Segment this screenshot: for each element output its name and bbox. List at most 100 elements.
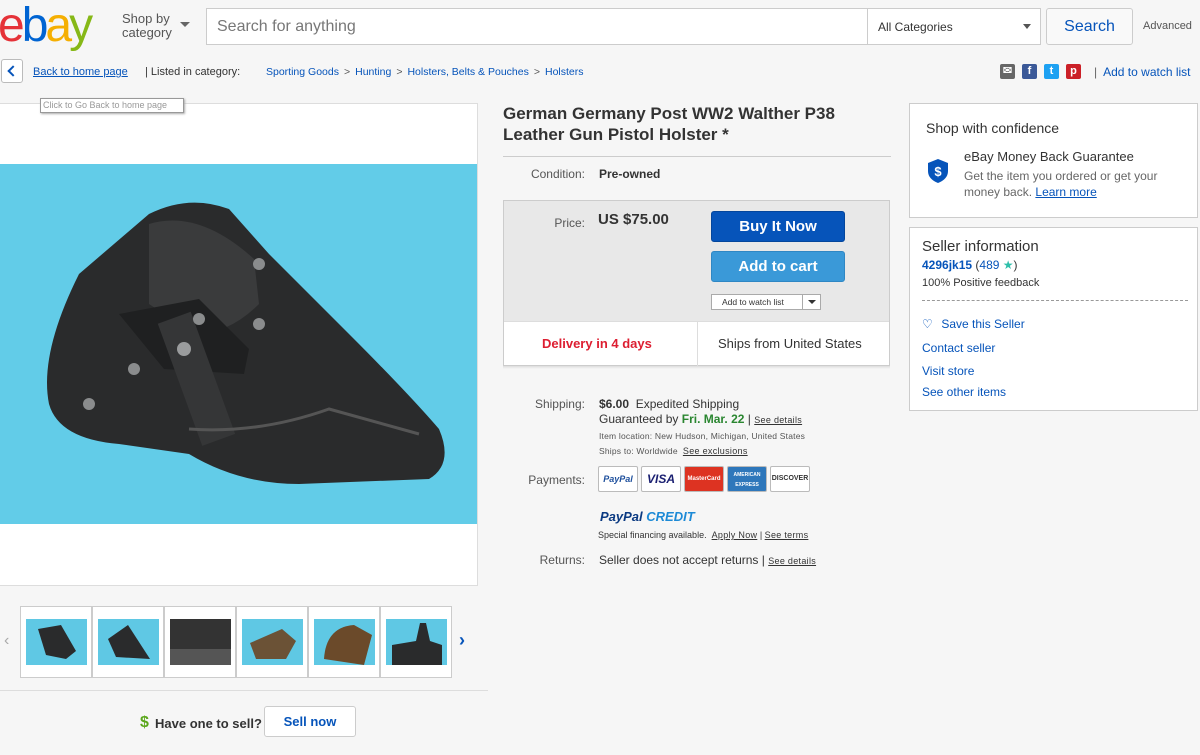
main-image-panel [0, 103, 478, 586]
discover-icon: DISCOVER [770, 466, 810, 492]
thumbnail[interactable] [236, 606, 308, 678]
price-label: Price: [554, 216, 585, 230]
ships-to: Ships to: Worldwide See exclusions [599, 446, 748, 456]
visa-icon: VISA [641, 466, 681, 492]
seller-name-row: 4296jk15 (489 ★) [922, 258, 1018, 272]
condition-value: Pre-owned [599, 167, 661, 181]
listed-in-label: | Listed in category: [145, 66, 241, 78]
mastercard-icon: MasterCard [684, 466, 724, 492]
feedback-score[interactable]: 489 [979, 258, 999, 272]
paypal-icon: PayPal [598, 466, 638, 492]
price-value: US $75.00 [598, 211, 669, 228]
financing-text: Special financing available. [598, 530, 707, 540]
positive-feedback: 100% Positive feedback [922, 277, 1040, 289]
breadcrumb-holsters-belts-pouches[interactable]: Holsters, Belts & Pouches [407, 66, 528, 78]
chevron-down-icon[interactable] [802, 294, 821, 310]
back-to-home-link[interactable]: Back to home page [33, 66, 128, 78]
save-seller-link[interactable]: ♡ Save this Seller [922, 317, 1025, 331]
see-details-link[interactable]: See details [754, 415, 802, 425]
visit-store-link[interactable]: Visit store [922, 364, 974, 378]
twitter-icon[interactable]: t [1044, 64, 1059, 79]
breadcrumb: Sporting Goods > Hunting > Holsters, Belts &… [266, 66, 584, 78]
search-button[interactable]: Search [1046, 8, 1133, 45]
returns-see-details-link[interactable]: See details [768, 556, 816, 566]
divider [503, 156, 891, 157]
payments-label: Payments: [528, 473, 585, 487]
shipping-price: $6.00 [599, 397, 630, 411]
shipping-method: Expedited Shipping [635, 397, 740, 411]
shield-icon: $ [928, 159, 948, 183]
breadcrumb-separator: > [396, 66, 403, 78]
pinterest-icon[interactable]: p [1066, 64, 1081, 79]
thumbnail-next-icon[interactable]: › [459, 630, 465, 651]
amex-icon: AMERICAN EXPRESS [727, 466, 767, 492]
delivery-estimate: Delivery in 4 days [542, 336, 652, 351]
heart-icon: ♡ [922, 317, 933, 331]
buy-it-now-button[interactable]: Buy It Now [711, 211, 845, 242]
item-location: Item location: New Hudson, Michigan, Uni… [599, 431, 806, 441]
divider [922, 300, 1188, 301]
dollar-icon: $ [140, 714, 149, 731]
delivery-row: Delivery in 4 days Ships from United Sta… [504, 321, 889, 366]
money-back-guarantee-text: Get the item you ordered or get your mon… [964, 168, 1184, 200]
seller-name-link[interactable]: 4296jk15 [922, 258, 972, 272]
thumbnail[interactable] [308, 606, 380, 678]
holster-image [0, 164, 477, 524]
ships-from: Ships from United States [718, 336, 862, 351]
guaranteed-date: Fri. Mar. 22 [681, 412, 745, 426]
thumbnail[interactable] [92, 606, 164, 678]
apply-now-link[interactable]: Apply Now [712, 530, 758, 540]
divider [697, 322, 698, 366]
facebook-icon[interactable]: f [1022, 64, 1037, 79]
see-other-items-link[interactable]: See other items [922, 385, 1006, 399]
search-bar: All Categories [206, 8, 1041, 45]
guaranteed-by-label: Guaranteed by [599, 412, 679, 426]
see-exclusions-link[interactable]: See exclusions [683, 446, 748, 456]
thumbnail[interactable] [20, 606, 92, 678]
chevron-down-icon [1023, 24, 1031, 29]
item-title: German Germany Post WW2 Walther P38 Leat… [503, 104, 835, 144]
thumbnail-strip [0, 606, 480, 678]
shipping-cost: $6.00 Expedited Shipping [599, 397, 739, 411]
shop-by-category-button[interactable]: Shop by category [122, 12, 172, 40]
seller-info-title: Seller information [922, 238, 1039, 255]
breadcrumb-separator: > [343, 66, 351, 78]
divider [0, 690, 488, 691]
see-terms-link[interactable]: See terms [765, 530, 809, 540]
save-seller-label: Save this Seller [941, 317, 1025, 331]
breadcrumb-holsters[interactable]: Holsters [545, 66, 584, 78]
breadcrumb-sporting-goods[interactable]: Sporting Goods [266, 66, 339, 78]
category-label: category [122, 25, 172, 40]
contact-seller-link[interactable]: Contact seller [922, 341, 995, 355]
add-to-watch-list-link[interactable]: | Add to watch list [1094, 65, 1191, 79]
advanced-search-link[interactable]: Advanced [1143, 20, 1192, 32]
shipping-guarantee: Guaranteed by Fri. Mar. 22 | See details [599, 412, 803, 426]
financing-info: Special financing available. Apply Now |… [598, 530, 809, 540]
shipping-label: Shipping: [534, 397, 585, 411]
breadcrumb-separator: > [533, 66, 540, 78]
learn-more-link[interactable]: Learn more [1035, 185, 1096, 199]
add-to-cart-button[interactable]: Add to cart [711, 251, 845, 282]
money-back-guarantee-title: eBay Money Back Guarantee [964, 149, 1134, 164]
buy-box-shadow [503, 366, 890, 369]
back-arrow-icon[interactable] [1, 59, 23, 83]
back-to-home-tooltip: Click to Go Back to home page [40, 98, 184, 113]
shop-by-label: Shop by [122, 11, 170, 26]
search-input[interactable] [207, 9, 867, 44]
sell-now-button[interactable]: Sell now [264, 706, 356, 737]
returns-label: Returns: [539, 553, 585, 567]
ebay-logo[interactable]: ebay [0, 2, 93, 50]
svg-text:$: $ [934, 164, 942, 179]
main-product-image[interactable] [0, 164, 477, 524]
returns-value: Seller does not accept returns [599, 553, 759, 567]
paypal-credit-word: PayPal [600, 509, 643, 524]
star-icon: ★ [1002, 258, 1014, 272]
thumbnail[interactable] [380, 606, 452, 678]
chevron-down-icon [180, 22, 190, 27]
email-icon[interactable]: ✉ [1000, 64, 1015, 79]
sell-prompt: Have one to sell? [155, 716, 262, 731]
thumbnail[interactable] [164, 606, 236, 678]
category-select[interactable]: All Categories [867, 9, 1041, 44]
breadcrumb-hunting[interactable]: Hunting [355, 66, 391, 78]
ships-to-value: Ships to: Worldwide [599, 446, 678, 456]
